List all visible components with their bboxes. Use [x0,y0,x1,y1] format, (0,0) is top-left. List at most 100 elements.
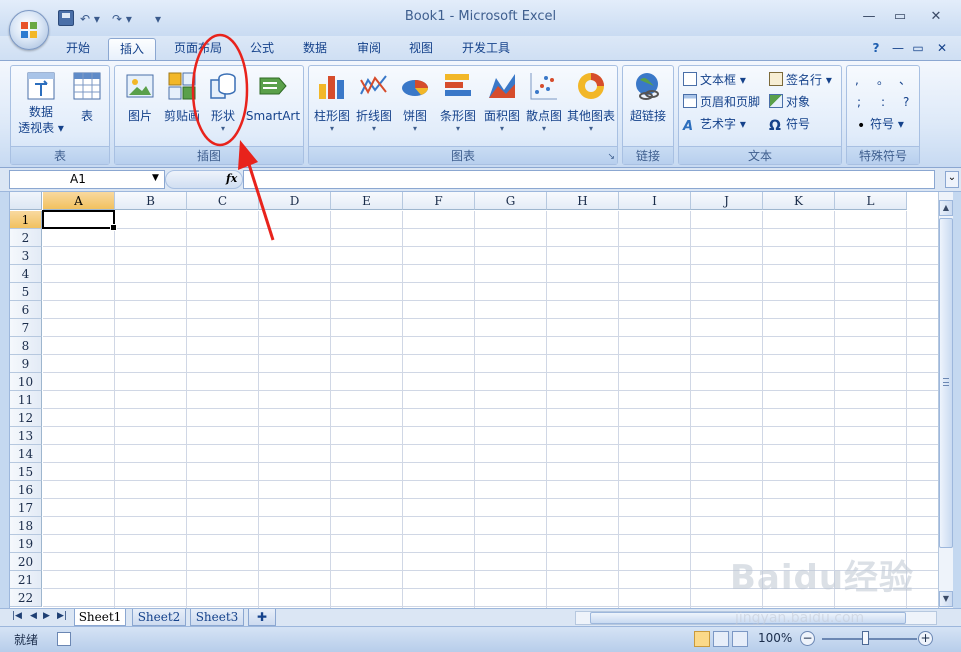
row-header-2[interactable]: 2 [10,229,42,247]
shapes-button[interactable]: 形状 ▾ [205,70,241,134]
row-header-4[interactable]: 4 [10,265,42,283]
scroll-up-icon[interactable]: ▲ [939,200,953,216]
last-sheet-icon[interactable]: ▶| [57,611,67,621]
tab-view[interactable]: 视图 [398,38,444,60]
bar-chart-button[interactable]: 条形图 ▾ [437,70,479,134]
sheet-tab-sheet2[interactable]: Sheet2 [132,609,186,626]
symbol-colon-button[interactable]: : [881,92,885,112]
textbox-button[interactable]: 文本框 ▾ [683,70,746,90]
office-button[interactable] [9,10,49,50]
object-button[interactable]: 对象 [769,92,810,112]
zoom-slider-thumb[interactable] [862,631,869,645]
header-footer-button[interactable]: 页眉和页脚 [683,92,760,112]
expand-formula-bar-icon[interactable]: ⌄ [945,171,959,188]
row-header-17[interactable]: 17 [10,499,42,517]
formula-input[interactable] [243,170,935,189]
column-header-g[interactable]: G [475,192,547,210]
area-chart-button[interactable]: 面积图 ▾ [481,70,523,134]
row-header-11[interactable]: 11 [10,391,42,409]
column-header-b[interactable]: B [115,192,187,210]
sheet-tab-sheet3[interactable]: Sheet3 [190,609,244,626]
column-header-a[interactable]: A [43,192,115,210]
ribbon-close-button[interactable]: ✕ [934,38,950,60]
column-header-i[interactable]: I [619,192,691,210]
zoom-slider-track[interactable] [822,638,917,640]
ribbon-restore-button[interactable]: ▭ [910,38,926,60]
smartart-button[interactable]: SmartArt [243,70,303,124]
minimize-window-button[interactable]: — [857,8,881,26]
insert-function-icon[interactable]: fx [226,172,237,185]
next-sheet-icon[interactable]: ▶ [43,611,50,621]
tab-home[interactable]: 开始 [56,38,100,60]
table-button[interactable]: 表 [69,70,105,124]
tab-review[interactable]: 审阅 [346,38,392,60]
column-header-k[interactable]: K [763,192,835,210]
pivot-table-button[interactable]: 数据 透视表 ▾ [15,70,67,136]
row-header-22[interactable]: 22 [10,589,42,607]
vertical-scrollbar[interactable]: ▲ ▼ [938,192,953,608]
row-header-19[interactable]: 19 [10,535,42,553]
row-header-3[interactable]: 3 [10,247,42,265]
name-box-dropdown-icon[interactable]: ▼ [152,173,159,183]
column-header-d[interactable]: D [259,192,331,210]
help-icon[interactable]: ? [866,38,886,60]
row-header-10[interactable]: 10 [10,373,42,391]
picture-button[interactable]: 图片 [119,70,161,124]
scatter-chart-button[interactable]: 散点图 ▾ [523,70,565,134]
horizontal-scroll-thumb[interactable] [590,612,906,624]
cell-area[interactable] [43,211,938,608]
row-header-9[interactable]: 9 [10,355,42,373]
column-header-c[interactable]: C [187,192,259,210]
tab-insert[interactable]: 插入 [108,38,156,60]
row-header-5[interactable]: 5 [10,283,42,301]
symbol-question-button[interactable]: ? [903,92,909,112]
row-header-18[interactable]: 18 [10,517,42,535]
wordart-button[interactable]: A 艺术字 ▾ [683,114,746,134]
macro-record-icon[interactable] [57,632,71,646]
row-header-15[interactable]: 15 [10,463,42,481]
page-break-view-icon[interactable] [732,631,748,647]
column-header-h[interactable]: H [547,192,619,210]
symbol-button[interactable]: Ω 符号 [769,114,810,134]
other-charts-button[interactable]: 其他图表 ▾ [565,70,617,134]
column-header-e[interactable]: E [331,192,403,210]
signature-line-button[interactable]: 签名行 ▾ [769,70,832,90]
column-header-j[interactable]: J [691,192,763,210]
row-header-1[interactable]: 1 [10,211,42,229]
column-chart-button[interactable]: 柱形图 ▾ [311,70,353,134]
column-header-l[interactable]: L [835,192,907,210]
charts-dialog-launcher-icon[interactable]: ↘ [607,152,615,162]
row-header-16[interactable]: 16 [10,481,42,499]
select-all-corner[interactable] [10,192,42,210]
row-header-21[interactable]: 21 [10,571,42,589]
page-layout-view-icon[interactable] [713,631,729,647]
zoom-out-button[interactable]: − [800,631,815,646]
ribbon-minimize-button[interactable]: — [890,38,906,60]
row-header-13[interactable]: 13 [10,427,42,445]
clipart-button[interactable]: 剪贴画 [161,70,203,124]
row-header-12[interactable]: 12 [10,409,42,427]
row-header-14[interactable]: 14 [10,445,42,463]
special-symbol-button[interactable]: • 符号 ▾ [857,114,904,134]
close-window-button[interactable]: ✕ [924,8,948,26]
tab-developer[interactable]: 开发工具 [452,38,520,60]
hyperlink-button[interactable]: 超链接 [625,70,671,124]
scroll-down-icon[interactable]: ▼ [939,591,953,607]
column-header-f[interactable]: F [403,192,475,210]
symbol-comma-button[interactable]: , [855,70,859,90]
symbol-semicolon-button[interactable]: ; [857,92,861,112]
row-header-8[interactable]: 8 [10,337,42,355]
zoom-in-button[interactable]: + [918,631,933,646]
normal-view-icon[interactable] [694,631,710,647]
tab-formulas[interactable]: 公式 [240,38,284,60]
prev-sheet-icon[interactable]: ◀ [30,611,37,621]
name-box[interactable]: A1 [9,170,165,189]
symbol-enum-comma-button[interactable]: 、 [899,70,911,90]
maximize-window-button[interactable]: ▭ [888,8,912,26]
symbol-period-button[interactable]: 。 [877,70,889,90]
sheet-tab-sheet1[interactable]: Sheet1 [74,609,126,626]
tab-page-layout[interactable]: 页面布局 [164,38,232,60]
row-header-20[interactable]: 20 [10,553,42,571]
insert-sheet-icon[interactable]: ✚ [248,609,276,626]
row-header-6[interactable]: 6 [10,301,42,319]
